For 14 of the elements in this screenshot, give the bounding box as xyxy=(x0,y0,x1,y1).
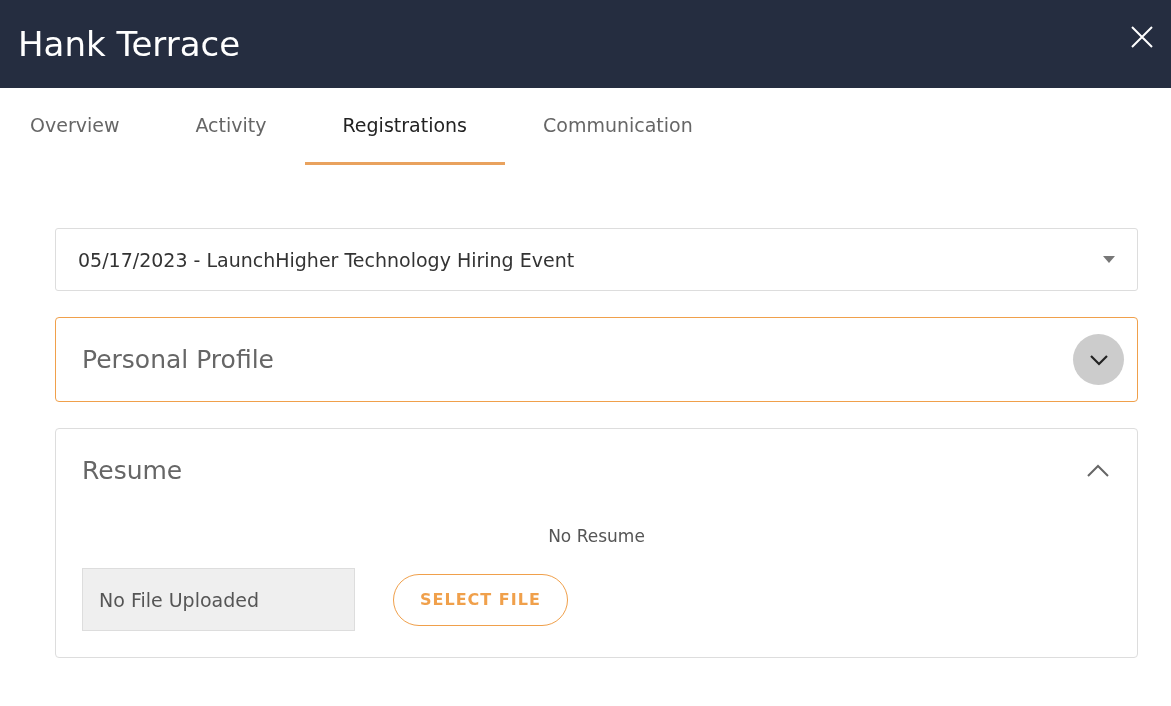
tab[interactable]: Overview xyxy=(0,88,158,165)
close-icon[interactable] xyxy=(1131,26,1153,48)
file-name-field: No File Uploaded xyxy=(82,568,355,631)
tab[interactable]: Activity xyxy=(157,88,305,165)
empty-message: No Resume xyxy=(547,526,646,546)
chevron-up-icon[interactable] xyxy=(1086,463,1110,478)
section-title: Resume xyxy=(82,456,183,485)
window-title: Hank Terrace xyxy=(18,24,241,64)
dropdown-caret-icon xyxy=(1103,256,1115,263)
chevron-down-icon xyxy=(1088,353,1109,366)
section-title: Personal Profile xyxy=(82,345,274,374)
tab[interactable]: Registrations xyxy=(304,88,505,165)
event-dropdown[interactable]: 05/17/2023 - LaunchHigher Technology Hiring Event xyxy=(55,228,1138,291)
tab[interactable]: Communication xyxy=(505,88,731,165)
